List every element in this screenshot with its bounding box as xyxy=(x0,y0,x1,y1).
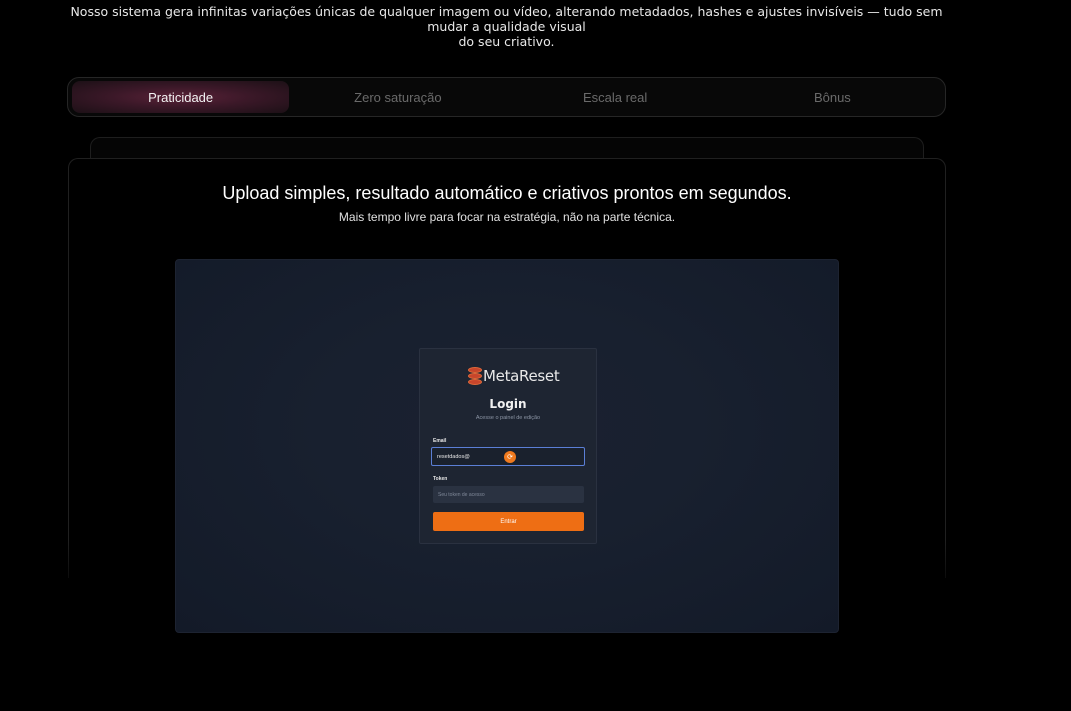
intro-text: Nosso sistema gera infinitas variações ú… xyxy=(60,4,953,49)
token-label: Token xyxy=(433,476,448,482)
app-preview-image: MetaReset Login Acesse o painel de ediçã… xyxy=(175,259,839,633)
token-field[interactable]: Seu token de acesso xyxy=(433,486,584,503)
password-manager-icon[interactable]: ⟳ xyxy=(504,451,516,463)
email-value: resetdados@ xyxy=(437,453,470,460)
tab-zero-saturacao[interactable]: Zero saturação xyxy=(289,81,506,113)
intro-line-1: Nosso sistema gera infinitas variações ú… xyxy=(70,4,943,34)
login-button[interactable]: Entrar xyxy=(433,512,584,531)
email-field[interactable]: resetdados@ ⟳ xyxy=(431,447,585,466)
tab-praticidade[interactable]: Praticidade xyxy=(72,81,290,113)
feature-tabs: Praticidade Zero saturação Escala real B… xyxy=(67,77,946,117)
intro-line-2: do seu criativo. xyxy=(458,34,555,49)
tab-escala-real[interactable]: Escala real xyxy=(507,81,724,113)
login-subtitle: Acesse o painel de edição xyxy=(475,415,541,421)
brand-logo: MetaReset xyxy=(468,365,560,387)
token-placeholder: Seu token de acesso xyxy=(438,491,485,498)
card-subline: Mais tempo livre para focar na estratégi… xyxy=(338,210,676,224)
email-label: Email xyxy=(433,438,447,444)
login-title: Login xyxy=(489,397,527,411)
card-headline: Upload simples, resultado automático e c… xyxy=(222,183,792,203)
database-icon xyxy=(468,366,482,386)
tab-bonus[interactable]: Bônus xyxy=(724,81,941,113)
brand-name: MetaReset xyxy=(483,367,560,385)
login-card: MetaReset Login Acesse o painel de ediçã… xyxy=(419,348,597,544)
